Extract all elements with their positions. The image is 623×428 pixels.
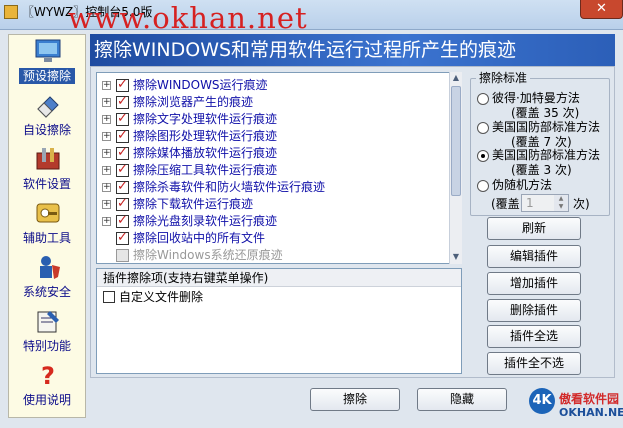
checkbox[interactable]: [116, 179, 129, 194]
okhan-logo: 4K 傲看软件园 OKHAN.NET: [527, 386, 623, 426]
tools-icon: [36, 148, 60, 170]
radio-dod-7[interactable]: [477, 122, 489, 134]
checkbox[interactable]: [116, 230, 129, 245]
radio-sublabel: (覆盖 3 次): [511, 163, 572, 177]
sidebar-item-label: 软件设置: [22, 177, 71, 191]
expand-icon[interactable]: +: [102, 98, 111, 107]
radio-label: 伪随机方法: [492, 178, 553, 192]
title-bar: 〖WYWZ〗控制台5.0版 www.okhan.net ✕: [0, 0, 623, 35]
expand-icon[interactable]: +: [102, 217, 111, 226]
monitor-icon: [35, 39, 61, 62]
edit-plugin-button[interactable]: 编辑插件: [487, 245, 581, 268]
checkbox[interactable]: [116, 213, 129, 228]
sidebar-item-label: 自设擦除: [22, 123, 71, 137]
checkbox[interactable]: [103, 291, 115, 303]
select-none-plugins-button[interactable]: 插件全不选: [487, 352, 581, 375]
refresh-button[interactable]: 刷新: [487, 217, 581, 240]
checkbox[interactable]: [116, 249, 129, 262]
checkbox[interactable]: [116, 196, 129, 211]
checkbox[interactable]: [116, 128, 129, 143]
logo-en-text: OKHAN.NET: [559, 406, 623, 419]
expand-icon[interactable]: +: [102, 149, 111, 158]
svg-text:?: ?: [41, 362, 55, 389]
random-prefix: (覆盖: [491, 197, 520, 211]
stepper-down-icon[interactable]: ▼: [554, 203, 568, 211]
expand-icon[interactable]: +: [102, 115, 111, 124]
radio-gutmann[interactable]: [477, 93, 489, 105]
header-banner: 擦除WINDOWS和常用软件运行过程所产生的痕迹: [90, 34, 615, 66]
logo-cn-text: 傲看软件园: [559, 392, 620, 406]
scroll-thumb[interactable]: [451, 86, 461, 196]
sidebar-item-preset-erase[interactable]: 预设擦除: [9, 35, 85, 89]
tree-scrollbar[interactable]: ▲ ▼: [449, 72, 462, 264]
sidebar-item-label: 特别功能: [22, 339, 71, 353]
expand-icon[interactable]: +: [102, 132, 111, 141]
checkbox[interactable]: [116, 77, 129, 92]
radio-sublabel: (覆盖 35 次): [511, 106, 580, 120]
hide-button[interactable]: 隐藏: [417, 388, 507, 411]
checkbox[interactable]: [116, 162, 129, 177]
key-icon: [36, 203, 60, 223]
page-title: 擦除WINDOWS和常用软件运行过程所产生的痕迹: [94, 39, 517, 61]
radio-label: 彼得·加特曼方法: [492, 91, 580, 105]
plugin-list[interactable]: 插件擦除项(支持右键菜单操作) 自定义文件删除: [96, 268, 462, 374]
plugin-list-header: 插件擦除项(支持右键菜单操作): [97, 269, 461, 287]
expand-icon[interactable]: +: [102, 166, 111, 175]
stepper-up-icon[interactable]: ▲: [554, 195, 568, 203]
delete-plugin-button[interactable]: 删除插件: [487, 299, 581, 322]
radio-random[interactable]: [477, 180, 489, 192]
checkbox[interactable]: [116, 145, 129, 160]
radio-dod-3[interactable]: [477, 150, 489, 162]
notepad-icon: [37, 311, 59, 333]
watermark-text: www.okhan.net: [68, 1, 308, 35]
eraser-icon: [37, 96, 59, 118]
radio-label: 美国国防部标准方法: [492, 120, 601, 134]
scroll-up-icon[interactable]: ▲: [450, 72, 462, 84]
shield-user-icon: [40, 256, 60, 279]
radio-label: 美国国防部标准方法: [492, 148, 601, 162]
logo-mark-icon: 4K: [529, 388, 555, 414]
question-icon: ?: [41, 362, 55, 389]
sidebar-item-software-settings[interactable]: 软件设置: [9, 143, 85, 197]
expand-icon[interactable]: +: [102, 81, 111, 90]
random-suffix: 次): [573, 197, 590, 211]
sidebar-item-label: 系统安全: [22, 285, 71, 299]
sidebar-item-label: 辅助工具: [22, 231, 71, 245]
trace-tree[interactable]: + 擦除WINDOWS运行痕迹 + 擦除浏览器产生的痕迹 + 擦除文字处理软件运…: [96, 72, 462, 264]
checkbox[interactable]: [116, 111, 129, 126]
close-button[interactable]: ✕: [580, 0, 623, 19]
expand-icon[interactable]: +: [102, 200, 111, 209]
add-plugin-button[interactable]: 增加插件: [487, 272, 581, 295]
scroll-down-icon[interactable]: ▼: [450, 251, 462, 263]
expand-icon[interactable]: +: [102, 183, 111, 192]
sidebar: 预设擦除 自设擦除 软件设置 辅助工具 系统安全 特别功能 ? 使用说明: [8, 34, 86, 418]
sidebar-item-aux-tools[interactable]: 辅助工具: [9, 197, 85, 251]
select-all-plugins-button[interactable]: 插件全选: [487, 325, 581, 348]
erase-standard-title: 擦除标准: [476, 71, 531, 85]
checkbox[interactable]: [116, 94, 129, 109]
sidebar-item-special-functions[interactable]: 特别功能: [9, 305, 85, 359]
app-icon: [4, 5, 18, 19]
sidebar-item-instructions[interactable]: ? 使用说明: [9, 359, 85, 413]
sidebar-item-label: 预设擦除: [19, 68, 75, 84]
sidebar-item-system-security[interactable]: 系统安全: [9, 251, 85, 305]
sidebar-item-custom-erase[interactable]: 自设擦除: [9, 89, 85, 143]
erase-button[interactable]: 擦除: [310, 388, 400, 411]
sidebar-item-label: 使用说明: [22, 393, 71, 407]
